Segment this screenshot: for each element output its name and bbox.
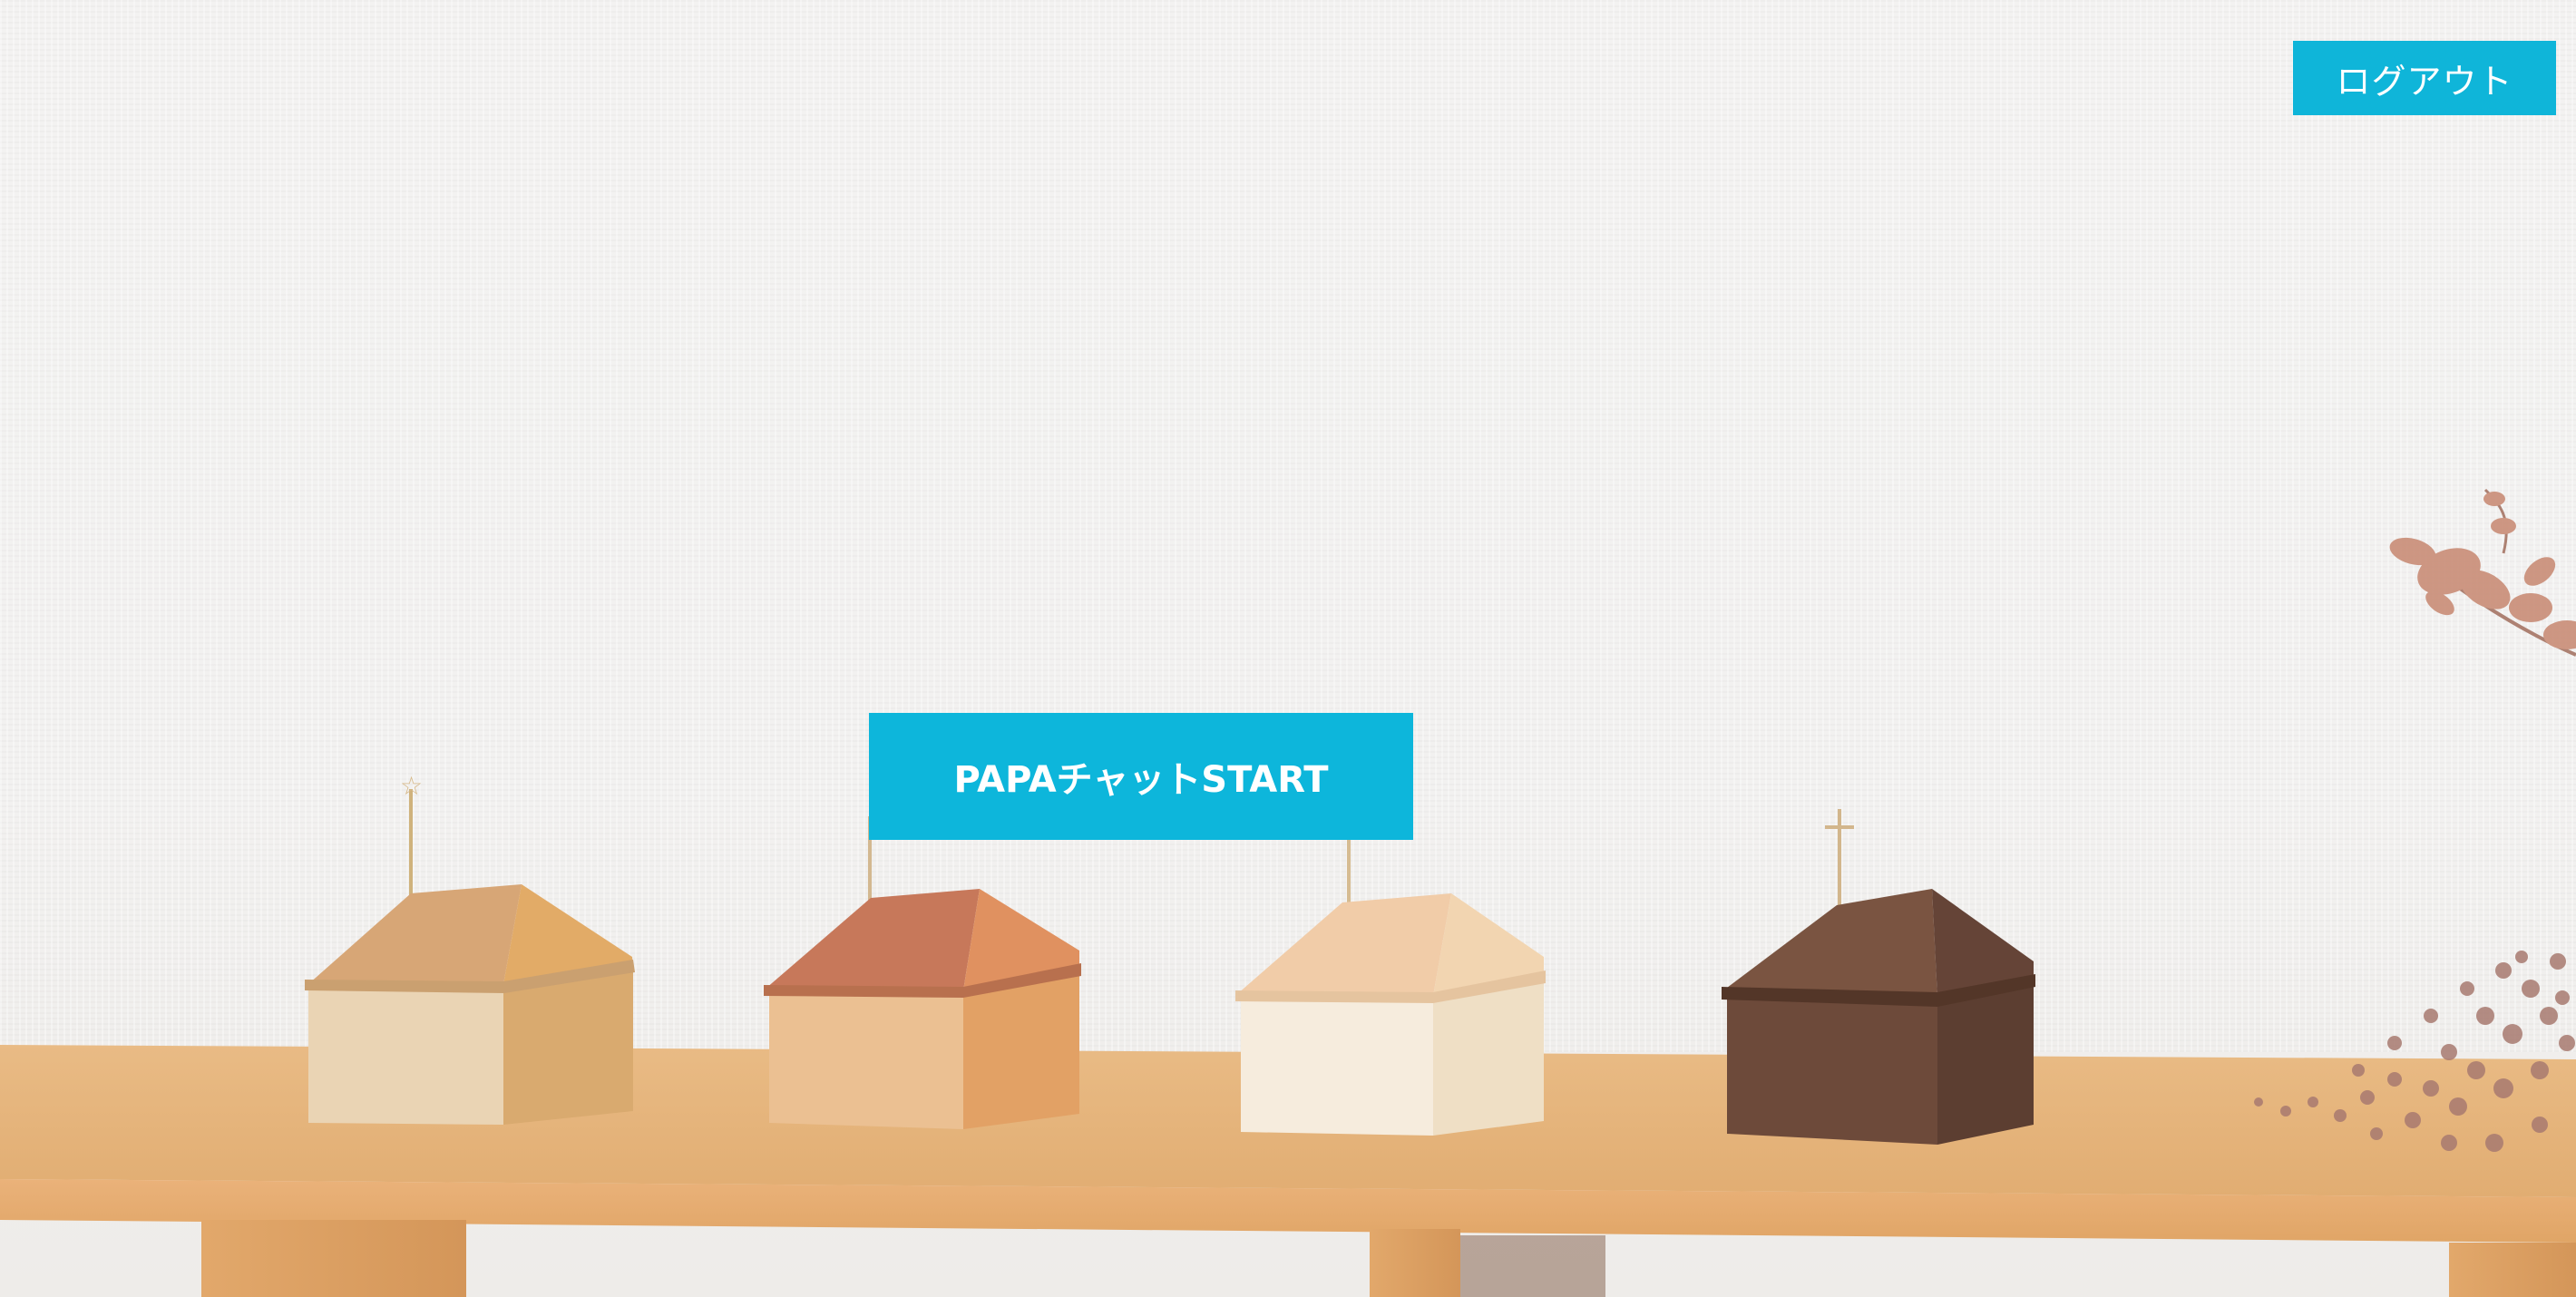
logout-button[interactable]: ログアウト — [2293, 41, 2556, 115]
wooden-house-cherry — [764, 816, 1081, 1129]
wooden-house-walnut — [1722, 809, 2035, 1145]
background-photo: ☆ — [0, 488, 2576, 1297]
landing-page: ☆ ログアウト PAPAチャットSTART — [0, 0, 2576, 1297]
svg-text:☆: ☆ — [400, 771, 423, 801]
wooden-house-oak: ☆ — [305, 771, 635, 1125]
wooden-house-maple — [1235, 834, 1546, 1136]
papa-chat-start-button[interactable]: PAPAチャットSTART — [869, 713, 1413, 840]
dried-flowers-top — [2389, 488, 2576, 657]
